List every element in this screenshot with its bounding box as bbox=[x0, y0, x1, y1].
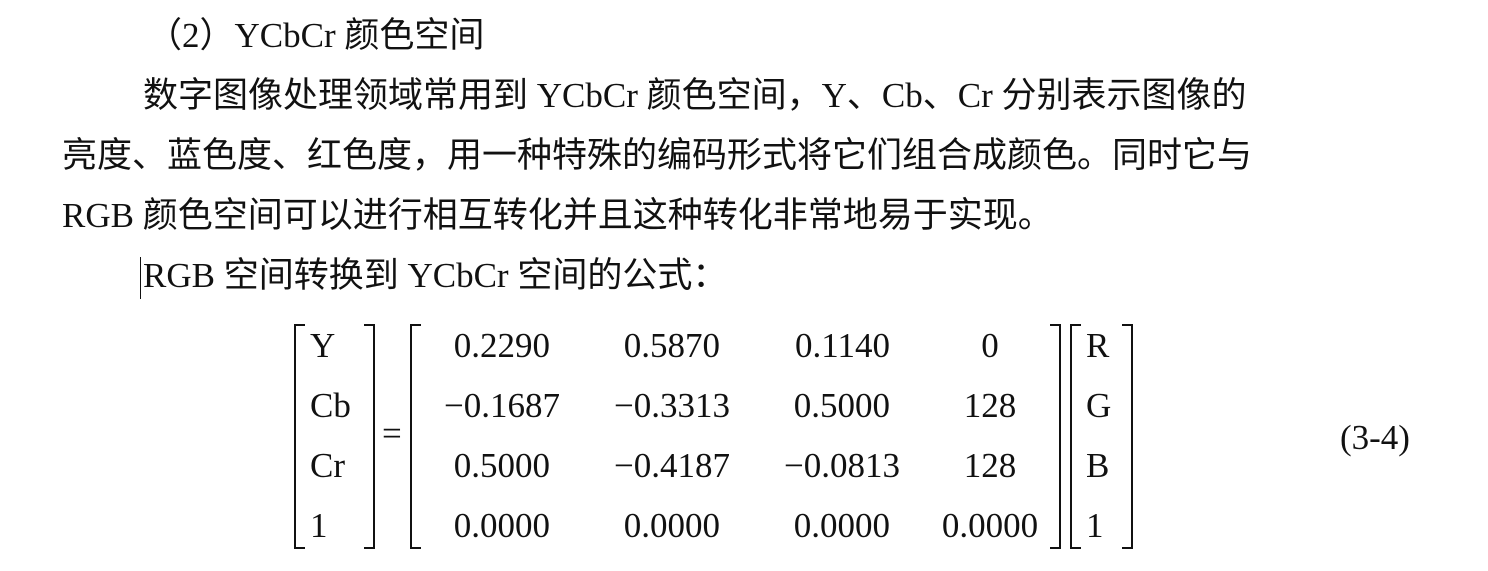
rhs-entry-g: G bbox=[1086, 386, 1112, 425]
paragraph-line-3: RGB 颜色空间可以进行相互转化并且这种转化非常地易于实现。 bbox=[62, 196, 1053, 235]
rhs-entry-1: 1 bbox=[1086, 506, 1104, 545]
lhs-entry-1: 1 bbox=[310, 506, 328, 545]
matrix-cell: 0.0000 bbox=[453, 506, 550, 545]
matrix-cell: −0.1687 bbox=[444, 386, 560, 425]
lhs-entry-cb: Cb bbox=[310, 386, 351, 425]
lhs-entry-y: Y bbox=[310, 326, 336, 365]
rhs-entry-b: B bbox=[1086, 446, 1110, 485]
matrix-cell: 0.0000 bbox=[793, 506, 890, 545]
matrix-cell: 128 bbox=[963, 386, 1017, 425]
matrix-cell: 0.5000 bbox=[793, 386, 890, 425]
matrix-cell: 0.2290 bbox=[453, 326, 550, 365]
matrix-cell: −0.4187 bbox=[614, 446, 730, 485]
rhs-bracket-left bbox=[1070, 324, 1081, 549]
matrix-cell: 0.0000 bbox=[623, 506, 720, 545]
lhs-bracket-left bbox=[294, 324, 305, 549]
section-heading: （2）YCbCr 颜色空间 bbox=[147, 16, 485, 55]
equals-sign: = bbox=[382, 414, 402, 453]
equation-number: (3-4) bbox=[1340, 418, 1410, 457]
text-cursor bbox=[140, 257, 141, 299]
rhs-bracket-right bbox=[1122, 324, 1133, 549]
formula-intro: RGB 空间转换到 YCbCr 空间的公式： bbox=[143, 256, 728, 295]
matrix-cell: 128 bbox=[963, 446, 1017, 485]
matrix-cell: 0.0000 bbox=[941, 506, 1039, 545]
matrix-cell: −0.0813 bbox=[784, 446, 900, 485]
lhs-entry-cr: Cr bbox=[310, 446, 345, 485]
matrix-cell: 0.1140 bbox=[795, 326, 890, 365]
paragraph-line-2: 亮度、蓝色度、红色度，用一种特殊的编码形式将它们组合成颜色。同时它与 bbox=[62, 136, 1253, 175]
lhs-bracket-right bbox=[364, 324, 375, 549]
matrix-cell: 0.5000 bbox=[453, 446, 550, 485]
matrix-cell: 0 bbox=[981, 326, 999, 365]
paragraph-line-1: 数字图像处理领域常用到 YCbCr 颜色空间，Y、Cb、Cr 分别表示图像的 bbox=[143, 76, 1247, 115]
matrix-cell: −0.3313 bbox=[614, 386, 730, 425]
matrix-cell: 0.5870 bbox=[623, 326, 720, 365]
matrix-bracket-right bbox=[1050, 324, 1061, 549]
rhs-entry-r: R bbox=[1086, 326, 1110, 365]
